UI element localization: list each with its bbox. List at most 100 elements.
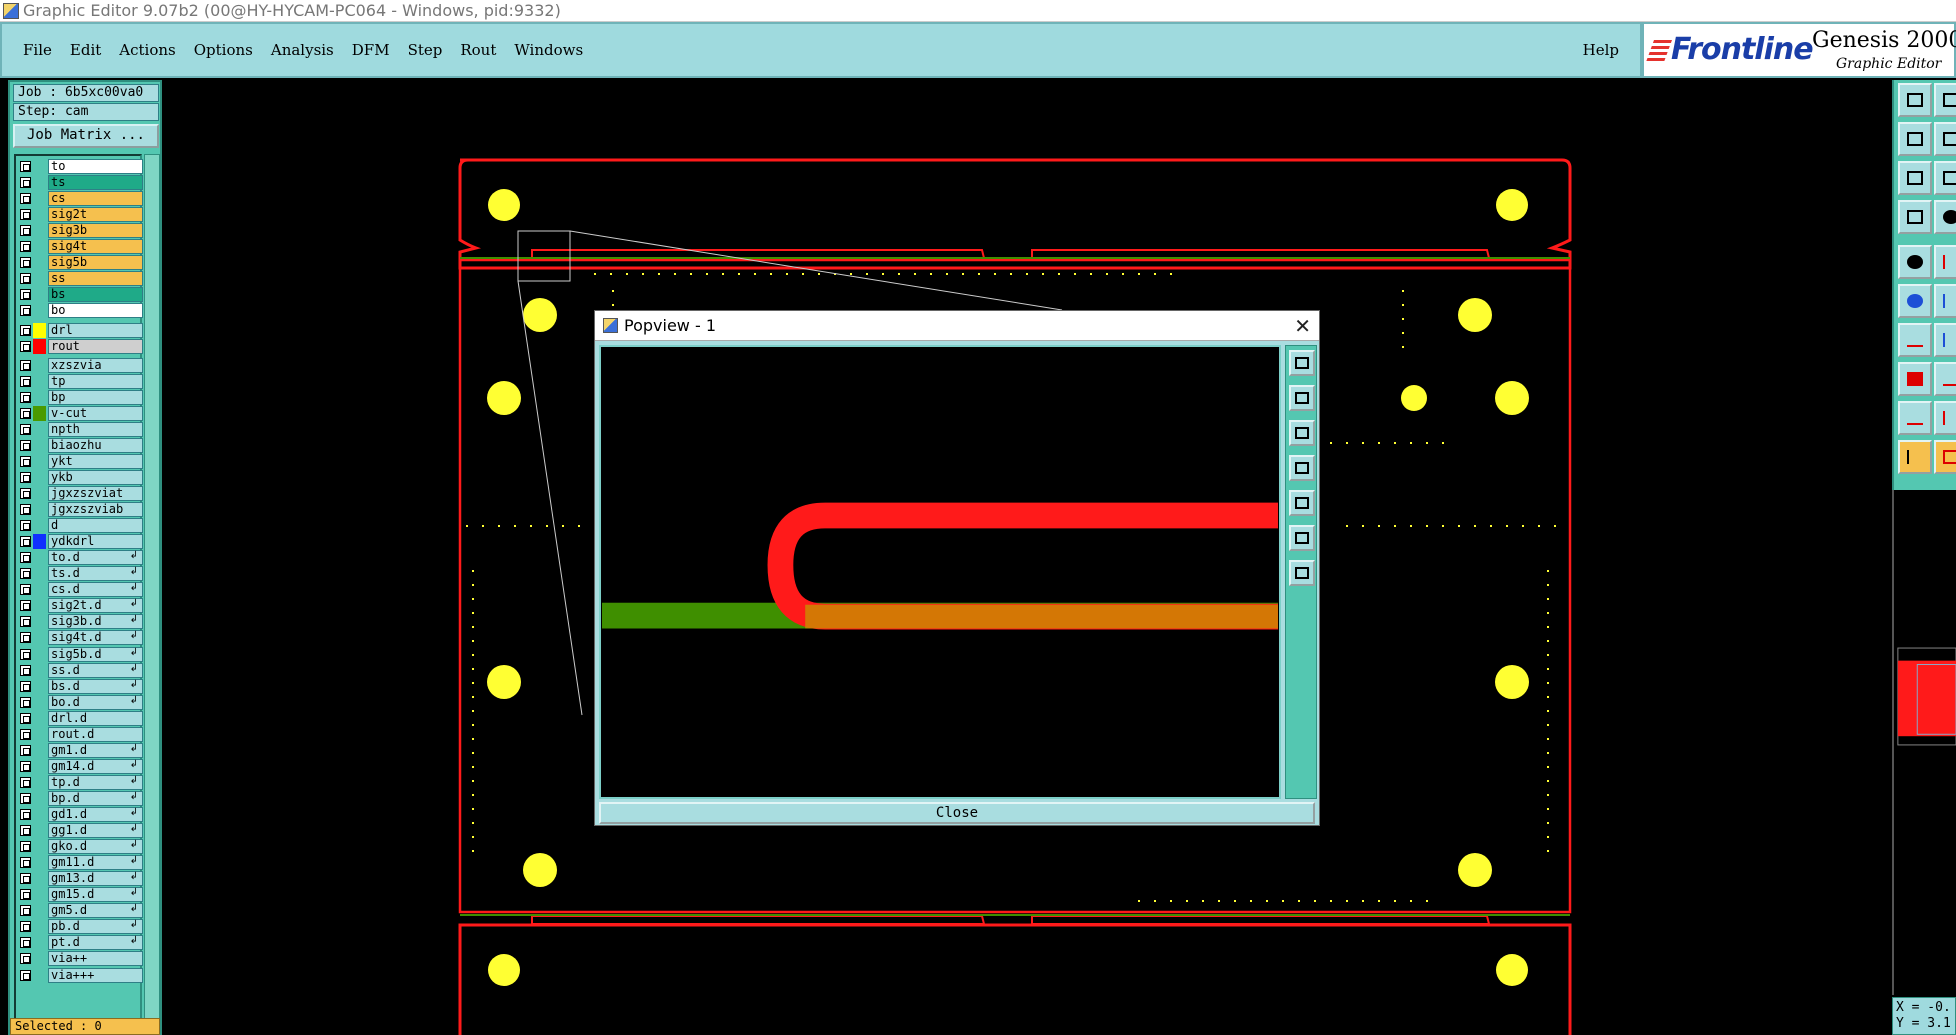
triangle-icon[interactable]	[1898, 401, 1932, 435]
layer-checkbox[interactable]	[20, 455, 31, 467]
layer-row[interactable]: ts.d ↲	[18, 566, 143, 582]
menu-file[interactable]: File	[23, 41, 52, 59]
layer-checkbox[interactable]	[20, 225, 31, 237]
popview-tool-zoom-out-icon[interactable]	[1289, 420, 1315, 446]
layer-name[interactable]: bs	[48, 287, 143, 303]
layer-checkbox[interactable]	[20, 289, 31, 301]
layer-row[interactable]: gm1.d ↲	[18, 742, 143, 758]
pad-add-icon[interactable]	[1898, 362, 1932, 396]
menu-windows[interactable]: Windows	[514, 41, 583, 59]
layer-checkbox[interactable]	[20, 391, 31, 403]
layer-row[interactable]: cs	[18, 191, 143, 207]
arc-icon[interactable]	[1934, 401, 1956, 435]
layer-row[interactable]: to	[18, 159, 143, 174]
menu-options[interactable]: Options	[194, 41, 253, 59]
popview-tool-layers-icon[interactable]	[1289, 350, 1315, 376]
menu-analysis[interactable]: Analysis	[271, 41, 334, 59]
layer-name[interactable]: jgxzszviat	[48, 486, 143, 501]
layer-row[interactable]: bs.d ↲	[18, 678, 143, 694]
layer-row[interactable]: d	[18, 518, 143, 534]
layer-row[interactable]: gg1.d ↲	[18, 823, 143, 839]
layer-name[interactable]: drl	[48, 322, 143, 338]
layer-checkbox[interactable]	[20, 257, 31, 269]
measure-icon[interactable]	[1898, 200, 1932, 234]
layer-row[interactable]: rout.d	[18, 726, 143, 742]
layer-checkbox[interactable]	[20, 728, 31, 740]
layer-name[interactable]: via++	[48, 951, 143, 967]
layer-checkbox[interactable]	[20, 873, 31, 885]
layer-row[interactable]: bs	[18, 287, 143, 303]
layer-name[interactable]: v-cut	[48, 405, 143, 421]
layer-row[interactable]: tp	[18, 373, 143, 389]
layer-checkbox[interactable]	[20, 488, 31, 499]
layer-checkbox[interactable]	[20, 423, 31, 435]
popview-canvas[interactable]	[599, 345, 1281, 799]
popview-tool-fit-icon[interactable]	[1289, 525, 1315, 551]
zoom-prev-icon[interactable]	[1898, 122, 1932, 156]
layer-row[interactable]: sig3b	[18, 223, 143, 239]
zoom-next-icon[interactable]	[1934, 122, 1956, 156]
layer-row[interactable]: pt.d ↲	[18, 935, 143, 951]
layer-checkbox[interactable]	[20, 776, 31, 788]
layer-row[interactable]: cs.d ↲	[18, 582, 143, 598]
layer-row[interactable]: sig4t	[18, 239, 143, 255]
layer-checkbox[interactable]	[20, 340, 31, 352]
layer-name[interactable]: biaozhu	[48, 437, 143, 453]
layer-row[interactable]: via+++	[18, 967, 143, 983]
layer-checkbox[interactable]	[20, 953, 31, 965]
layer-checkbox[interactable]	[20, 504, 31, 516]
layer-name[interactable]: tp	[48, 373, 143, 389]
layer-checkbox[interactable]	[20, 209, 31, 221]
layer-checkbox[interactable]	[20, 439, 31, 451]
zoom-window-icon[interactable]	[1934, 83, 1956, 117]
draw-line-icon[interactable]	[1934, 245, 1956, 279]
layer-checkbox[interactable]	[20, 471, 31, 483]
layer-row[interactable]: drl	[18, 322, 143, 338]
menu-edit[interactable]: Edit	[70, 41, 101, 59]
layer-checkbox[interactable]	[20, 969, 31, 981]
layer-name[interactable]: ts	[48, 175, 143, 191]
layer-checkbox[interactable]	[20, 680, 31, 692]
layer-row[interactable]: sig3b.d ↲	[18, 614, 143, 630]
pointer-icon[interactable]	[1898, 440, 1932, 474]
popview-close-button[interactable]: Close	[599, 802, 1315, 824]
menu-rout[interactable]: Rout	[460, 41, 496, 59]
layer-row[interactable]: jgxzszviab	[18, 502, 143, 518]
layer-name[interactable]: xzszvia	[48, 357, 143, 373]
popview-tool-pan-left-icon[interactable]	[1289, 455, 1315, 481]
layer-checkbox[interactable]	[20, 584, 31, 596]
layer-checkbox[interactable]	[20, 937, 31, 949]
layer-name[interactable]: drl.d	[48, 710, 143, 726]
fit-view-icon[interactable]	[1898, 161, 1932, 195]
layer-checkbox[interactable]	[20, 809, 31, 820]
layer-checkbox[interactable]	[20, 792, 31, 804]
cross-icon[interactable]	[1934, 284, 1956, 318]
layer-row[interactable]: gd1.d ↲	[18, 807, 143, 822]
popview-tool-center-icon[interactable]	[1289, 560, 1315, 586]
menu-step[interactable]: Step	[408, 41, 443, 59]
layer-checkbox[interactable]	[20, 177, 31, 189]
layer-row[interactable]: ykt	[18, 453, 143, 469]
layer-name[interactable]: sig3b	[48, 223, 143, 239]
snap-icon[interactable]	[1934, 200, 1956, 234]
layer-checkbox[interactable]	[20, 241, 31, 253]
overview-map[interactable]	[1892, 490, 1956, 995]
connect-nodes-icon[interactable]	[1898, 284, 1932, 318]
layer-name[interactable]: rout.d	[48, 726, 143, 742]
layer-checkbox[interactable]	[20, 359, 31, 371]
layer-checkbox[interactable]	[20, 600, 31, 612]
popview-close-icon[interactable]: ✕	[1294, 314, 1311, 338]
layer-name[interactable]: rout	[48, 338, 143, 354]
layer-row[interactable]: ts	[18, 175, 143, 191]
layer-row[interactable]: npth	[18, 421, 143, 437]
layer-row[interactable]: bp	[18, 389, 143, 405]
layer-list-scrollbar[interactable]	[144, 154, 160, 1035]
select-box-icon[interactable]	[1934, 440, 1956, 474]
layer-name[interactable]: ss	[48, 271, 143, 287]
layer-checkbox[interactable]	[20, 632, 31, 644]
layer-name[interactable]: sig2t	[48, 207, 143, 223]
slash-line-icon[interactable]	[1934, 323, 1956, 357]
layer-row[interactable]: ykb	[18, 469, 143, 485]
layer-row[interactable]: sig2t	[18, 207, 143, 223]
layer-checkbox[interactable]	[20, 921, 31, 933]
